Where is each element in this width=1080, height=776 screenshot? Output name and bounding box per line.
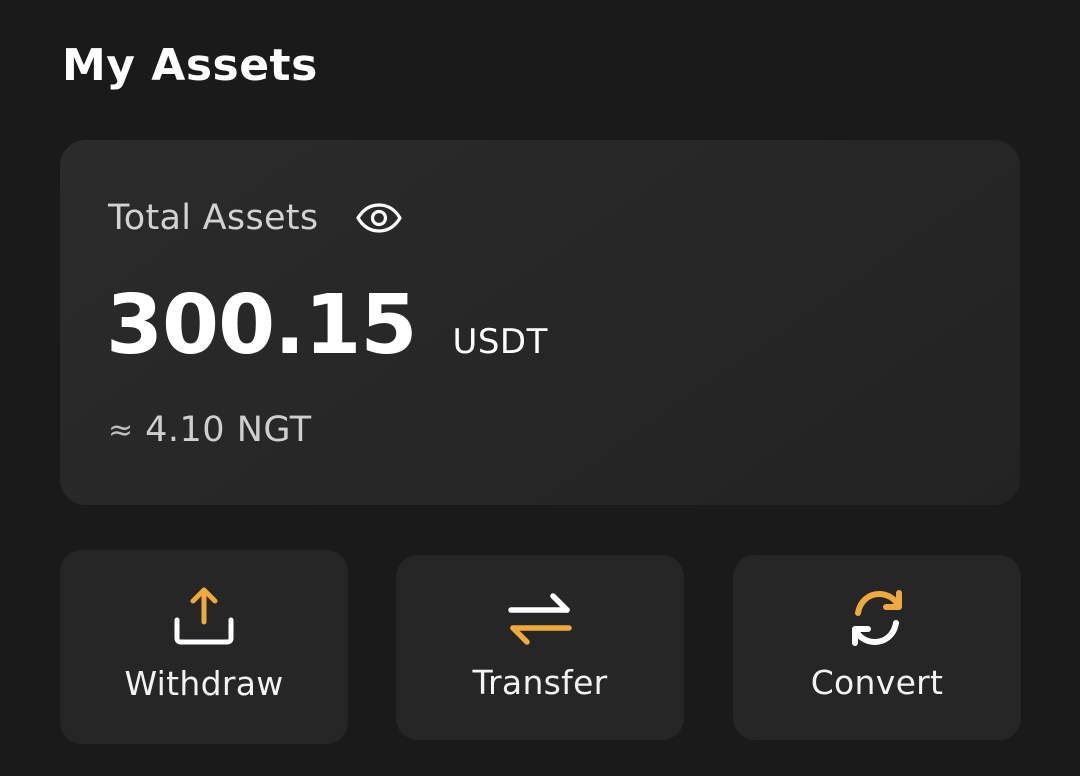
total-assets-header: Total Assets [108,196,402,240]
eye-icon[interactable] [356,203,402,233]
total-amount: 300.15 [106,278,417,373]
currency-label: USDT [452,322,548,362]
convert-button[interactable]: Convert [733,555,1021,740]
total-assets-label: Total Assets [108,198,319,238]
approx-value-row: ≈ 4.10 NGT [108,408,312,452]
withdraw-button[interactable]: Withdraw [60,550,348,744]
transfer-label: Transfer [472,663,608,702]
withdraw-label: Withdraw [124,664,284,703]
approx-symbol: ≈ [108,412,134,448]
approx-value: 4.10 NGT [145,410,312,450]
upload-icon [174,587,234,645]
total-amount-row: 300.15 USDT [106,276,548,376]
swap-arrows-icon [508,593,572,645]
refresh-icon [852,590,902,646]
total-assets-card: Total Assets 300.15 USDT ≈ 4.10 NGT [60,140,1020,505]
convert-label: Convert [810,663,944,702]
page-title: My Assets [62,40,318,91]
transfer-button[interactable]: Transfer [396,555,684,740]
